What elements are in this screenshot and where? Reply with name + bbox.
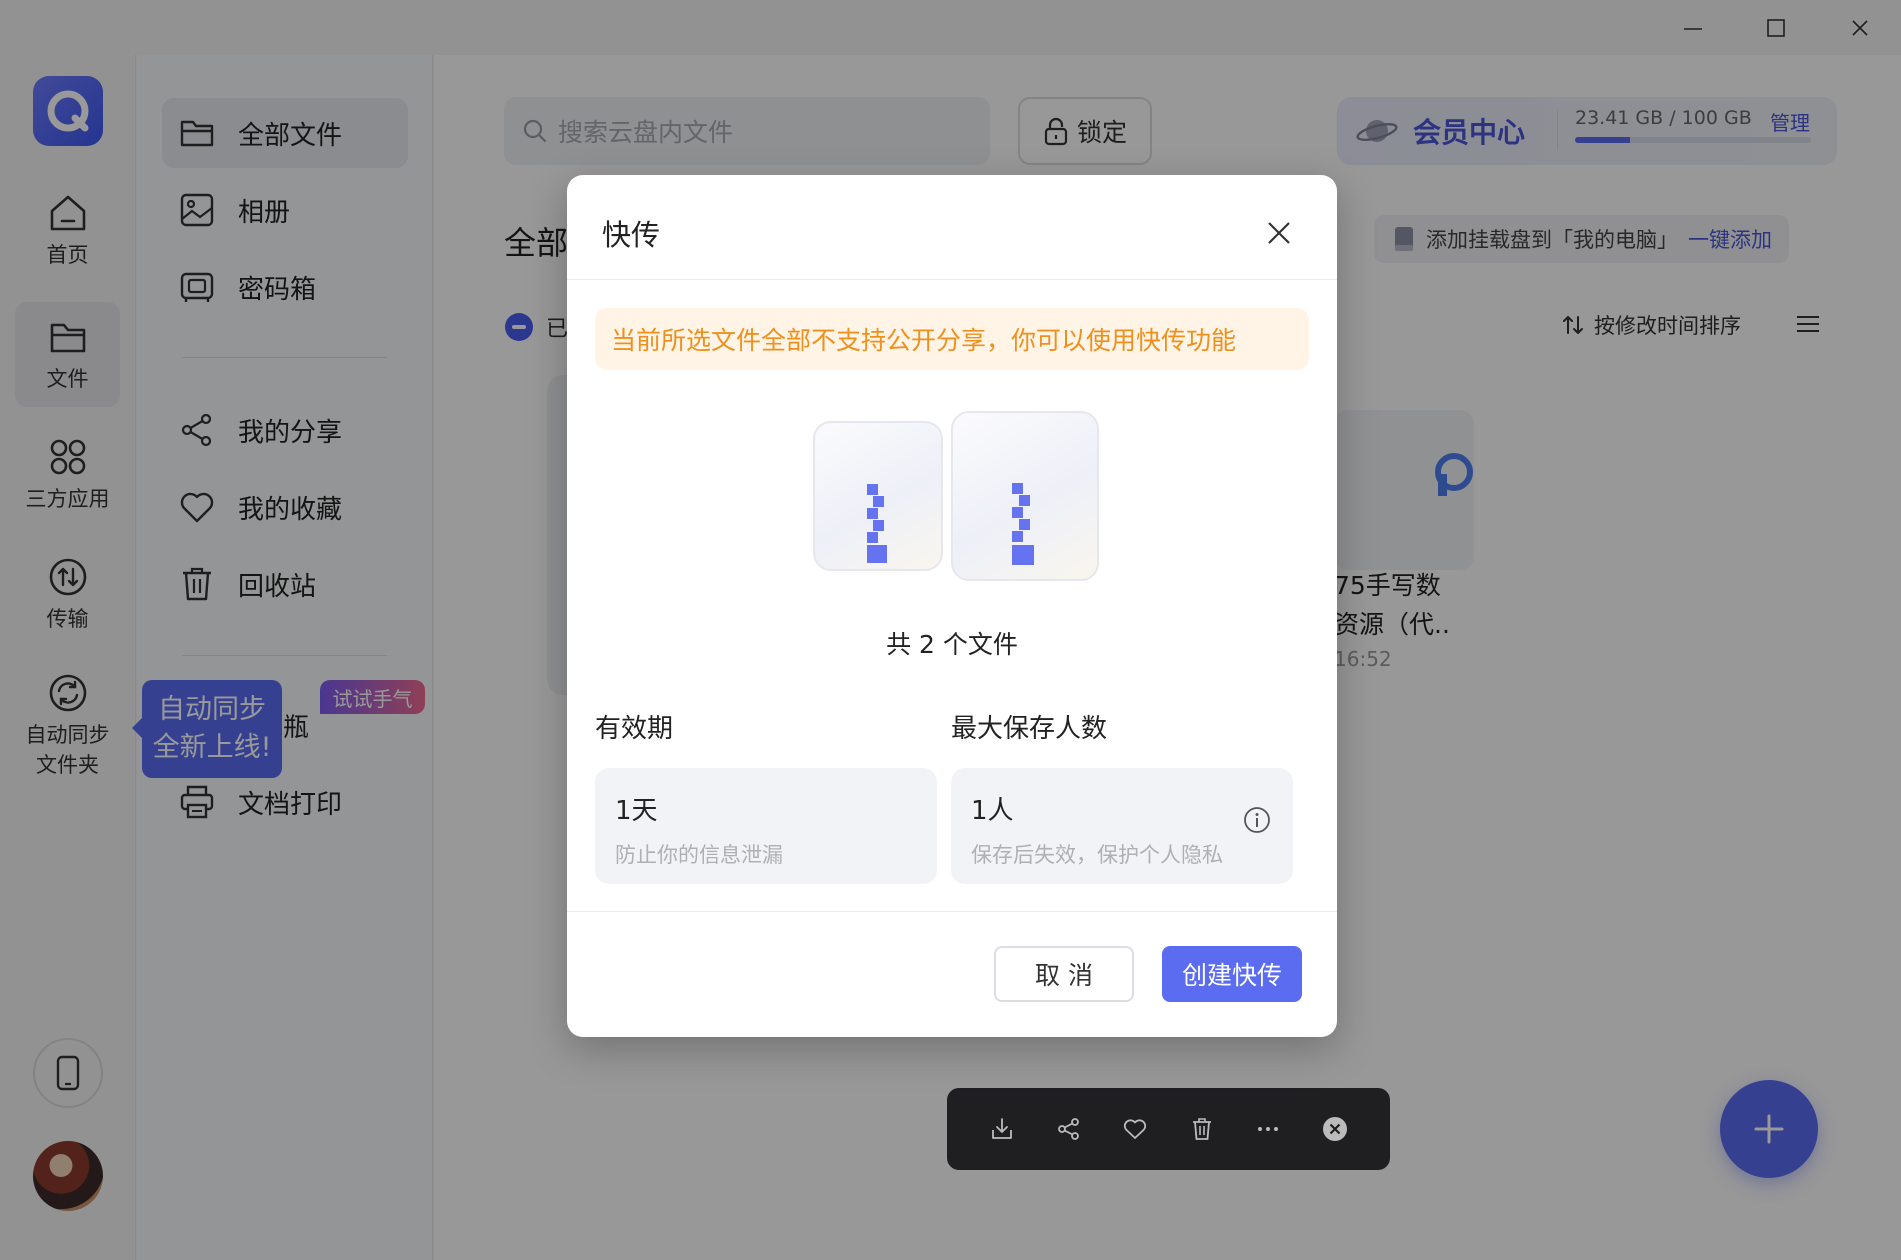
cancel-button[interactable]: 取 消 (994, 946, 1134, 1002)
dialog-close-button[interactable] (1259, 213, 1299, 253)
heart-icon (1124, 1119, 1147, 1139)
delete-button[interactable] (1178, 1105, 1226, 1153)
validity-label: 有效期 (595, 714, 674, 744)
share-button[interactable] (1045, 1105, 1093, 1153)
close-circle-icon (1322, 1117, 1347, 1141)
zip-tooth (1019, 519, 1030, 530)
zip-tooth (867, 508, 878, 519)
zip-tooth (1012, 545, 1034, 565)
max-savers-value: 1人 (971, 796, 1014, 826)
download-icon (992, 1118, 1013, 1139)
favorite-button[interactable] (1111, 1105, 1159, 1153)
zip-tooth (873, 496, 884, 507)
share-icon (1057, 1118, 1079, 1140)
selection-toolbar (947, 1088, 1390, 1170)
max-savers-select[interactable]: 1人 保存后失效，保护个人隐私 (951, 768, 1293, 884)
share-warning-notice: 当前所选文件全部不支持公开分享，你可以使用快传功能 (595, 308, 1309, 370)
zip-tooth (873, 520, 884, 531)
trash-icon (1192, 1118, 1211, 1140)
file-count: 共 2 个文件 (886, 630, 1018, 659)
validity-hint: 防止你的信息泄漏 (615, 843, 783, 867)
validity-select[interactable]: 1天 防止你的信息泄漏 (595, 768, 937, 884)
zip-tooth (867, 532, 878, 543)
more-button[interactable] (1244, 1105, 1292, 1153)
zip-tooth (867, 545, 887, 563)
download-button[interactable] (978, 1105, 1026, 1153)
dialog-header-divider (567, 279, 1337, 280)
zip-tooth (1012, 483, 1023, 494)
close-icon (1268, 222, 1290, 244)
clear-selection-button[interactable] (1311, 1105, 1359, 1153)
info-button[interactable] (1243, 806, 1271, 834)
info-icon (1244, 807, 1270, 833)
quick-transfer-dialog: 快传 当前所选文件全部不支持公开分享，你可以使用快传功能 共 2 个文件 有效期… (567, 175, 1337, 1037)
zip-tooth (867, 484, 878, 495)
create-quick-transfer-button[interactable]: 创建快传 (1162, 946, 1302, 1002)
validity-value: 1天 (615, 796, 658, 826)
zip-tooth (1012, 507, 1023, 518)
more-icon (1258, 1127, 1279, 1131)
max-savers-label: 最大保存人数 (951, 714, 1108, 744)
dialog-title: 快传 (602, 218, 661, 252)
zip-tooth (1019, 495, 1030, 506)
max-savers-hint: 保存后失效，保护个人隐私 (971, 843, 1223, 867)
zip-tooth (1012, 531, 1023, 542)
dialog-footer-divider (567, 911, 1337, 912)
